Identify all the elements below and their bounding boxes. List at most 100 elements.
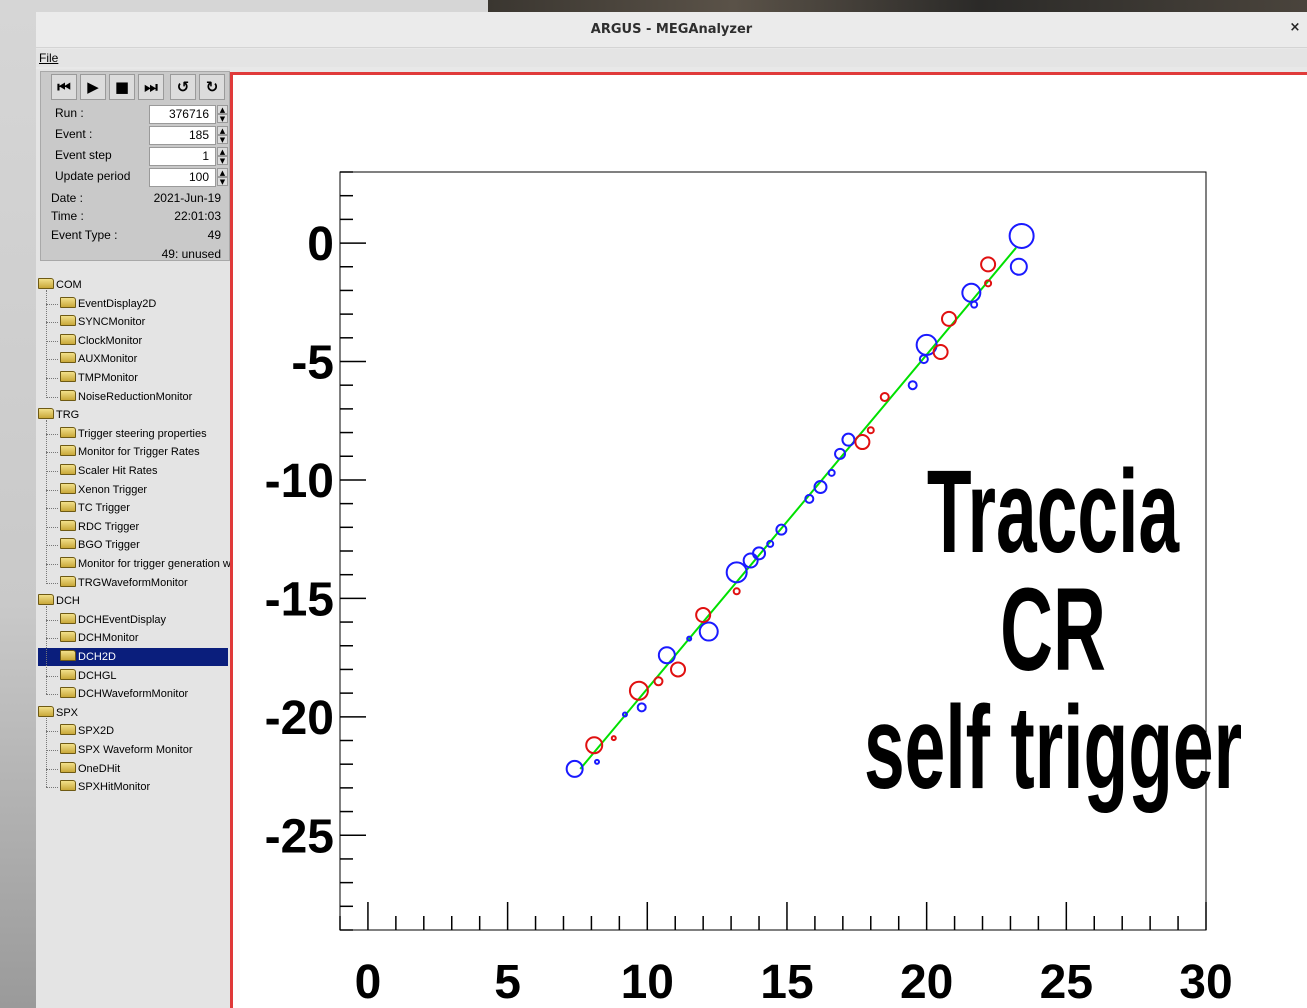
- tree-item-trgwaveformmonitor[interactable]: TRGWaveformMonitor: [46, 574, 188, 592]
- tree-item-label: SPX2D: [78, 725, 115, 738]
- tree-item-label: DCHWaveformMonitor: [78, 688, 189, 701]
- tree-item-spx-waveform-monitor[interactable]: SPX Waveform Monitor: [46, 741, 193, 759]
- spin-down-icon[interactable]: ▼: [217, 156, 228, 165]
- red-hit-point: [670, 661, 687, 678]
- folder-icon: [60, 352, 76, 364]
- spin-up-icon[interactable]: ▲: [217, 147, 228, 156]
- spin-down-icon[interactable]: ▼: [217, 114, 228, 123]
- play-icon[interactable]: ▶: [80, 74, 106, 100]
- tree-item-dcheventdisplay[interactable]: DCHEventDisplay: [46, 611, 167, 629]
- tree-group-dch[interactable]: DCH: [38, 592, 80, 610]
- tree-item-xenon-trigger[interactable]: Xenon Trigger: [46, 481, 148, 499]
- tree-group-trg[interactable]: TRG: [38, 406, 79, 424]
- folder-icon: [60, 538, 76, 550]
- tree-item-scaler-hit-rates[interactable]: Scaler Hit Rates: [46, 462, 158, 480]
- close-icon[interactable]: ×: [1287, 20, 1303, 36]
- red-hit-point: [653, 676, 664, 687]
- folder-icon: [60, 575, 76, 587]
- y-tick-label: -20: [265, 692, 334, 745]
- x-tick-label: 25: [1040, 956, 1093, 1008]
- tree-item-label: TMPMonitor: [78, 372, 138, 384]
- tree-item-dchmonitor[interactable]: DCHMonitor: [46, 629, 139, 647]
- run-spinner[interactable]: ▲ ▼: [217, 105, 228, 124]
- plot-canvas[interactable]: 0 5 10 15 20 25 30 0 -5 -10 -15 -20 -25 Traccia CR s…: [230, 72, 1307, 1008]
- tree-item-eventdisplay2d[interactable]: EventDisplay2D: [46, 295, 156, 313]
- tree-connector: [46, 675, 58, 677]
- refresh-icon[interactable]: ↻: [199, 74, 225, 100]
- event-step-spinner[interactable]: ▲ ▼: [217, 147, 228, 166]
- tree-item-label: DCHEventDisplay: [78, 613, 167, 626]
- tree-item-label: DCHMonitor: [78, 632, 139, 645]
- tree-item-clockmonitor[interactable]: ClockMonitor: [46, 332, 142, 350]
- tree-connector: [46, 564, 58, 565]
- tree-item-dchwaveformmonitor[interactable]: DCHWaveformMonitor: [46, 685, 189, 703]
- tree-item-spxhitmonitor[interactable]: SPXHitMonitor: [46, 778, 150, 796]
- stop-icon[interactable]: ■: [109, 74, 135, 100]
- run-label: Run :: [55, 106, 84, 120]
- tree-group-com[interactable]: COM: [38, 276, 82, 294]
- tree-connector: [46, 452, 58, 454]
- blue-hit-point: [698, 621, 719, 642]
- event-input[interactable]: 185: [149, 126, 216, 145]
- tree-item-monitor-for-trigger-rates[interactable]: Monitor for Trigger Rates: [46, 443, 200, 461]
- spin-down-icon[interactable]: ▼: [217, 135, 228, 144]
- tree-connector: [46, 303, 58, 305]
- spin-up-icon[interactable]: ▲: [217, 168, 228, 177]
- tree-item-trigger-steering-properties[interactable]: Trigger steering properties: [46, 425, 207, 443]
- tree-group-spx[interactable]: SPX: [38, 704, 78, 722]
- tree-item-spx2d[interactable]: SPX2D: [46, 722, 115, 740]
- time-value: 22:01:03: [174, 209, 221, 223]
- spin-up-icon[interactable]: ▲: [217, 126, 228, 135]
- step-forward-icon[interactable]: ⏭: [138, 74, 164, 100]
- overlay-line-2: CR: [1000, 564, 1106, 696]
- folder-icon: [38, 278, 54, 289]
- folder-icon: [60, 445, 76, 457]
- blue-hit-point: [752, 546, 767, 561]
- tree-item-label: Scaler Hit Rates: [78, 465, 158, 477]
- tree-branch-line: [46, 420, 47, 583]
- folder-icon: [60, 743, 76, 754]
- tree-item-label: AUXMonitor: [78, 353, 138, 366]
- menu-file[interactable]: File: [39, 51, 58, 65]
- tree-connector: [46, 526, 58, 528]
- tree-item-label: Monitor for trigger generation wa: [78, 558, 237, 570]
- tree-item-label: Trigger steering properties: [78, 427, 207, 440]
- tree-item-dchgl[interactable]: DCHGL: [46, 667, 117, 685]
- event-type-description: 49: unused: [161, 247, 221, 261]
- tree-item-label: Xenon Trigger: [78, 483, 148, 496]
- spin-up-icon[interactable]: ▲: [217, 105, 228, 114]
- tree-group-label: TRG: [56, 409, 80, 422]
- tree-item-rdc-trigger[interactable]: RDC Trigger: [46, 518, 140, 536]
- tree-item-bgo-trigger[interactable]: BGO Trigger: [46, 536, 140, 554]
- event-label: Event :: [55, 127, 93, 141]
- tree-item-noisereductionmonitor[interactable]: NoiseReductionMonitor: [46, 388, 192, 406]
- tree-connector: [46, 433, 58, 435]
- tree-connector: [46, 378, 58, 379]
- event-spinner[interactable]: ▲ ▼: [217, 126, 228, 145]
- tree-item-label: RDC Trigger: [78, 520, 140, 533]
- x-tick-label: 30: [1179, 956, 1232, 1008]
- update-period-input[interactable]: 100: [149, 168, 216, 187]
- x-tick-label: 20: [900, 956, 953, 1008]
- rewind-icon[interactable]: ⏮: [51, 74, 77, 100]
- reload-icon[interactable]: ↺: [170, 74, 196, 100]
- red-hit-point: [984, 279, 993, 288]
- run-input[interactable]: 376716: [149, 105, 216, 124]
- tree-connector: [46, 694, 58, 696]
- title-bar[interactable]: ARGUS - MEGAnalyzer ×: [36, 12, 1307, 48]
- blue-hit-point: [594, 758, 601, 765]
- tree-item-tc-trigger[interactable]: TC Trigger: [46, 499, 130, 517]
- folder-icon: [60, 650, 76, 661]
- tree-item-tmpmonitor[interactable]: TMPMonitor: [46, 369, 138, 387]
- tree-item-monitor-for-trigger-generation-wa[interactable]: Monitor for trigger generation wa: [46, 555, 237, 573]
- folder-icon: [60, 519, 76, 531]
- spin-down-icon[interactable]: ▼: [217, 177, 228, 186]
- left-panel: ⏮ ▶ ■ ⏭ ↺ ↻ Run : 376716 ▲ ▼ Event : 185 ▲ ▼ Ev…: [36, 69, 237, 1008]
- update-period-spinner[interactable]: ▲ ▼: [217, 168, 228, 187]
- tree-item-syncmonitor[interactable]: SYNCMonitor: [46, 313, 145, 331]
- tree-connector: [46, 750, 58, 751]
- tree-item-dch2d[interactable]: DCH2D: [38, 648, 228, 666]
- tree-item-onedhit[interactable]: OneDHit: [46, 760, 120, 778]
- tree-item-auxmonitor[interactable]: AUXMonitor: [46, 350, 138, 368]
- event-step-input[interactable]: 1: [149, 147, 216, 166]
